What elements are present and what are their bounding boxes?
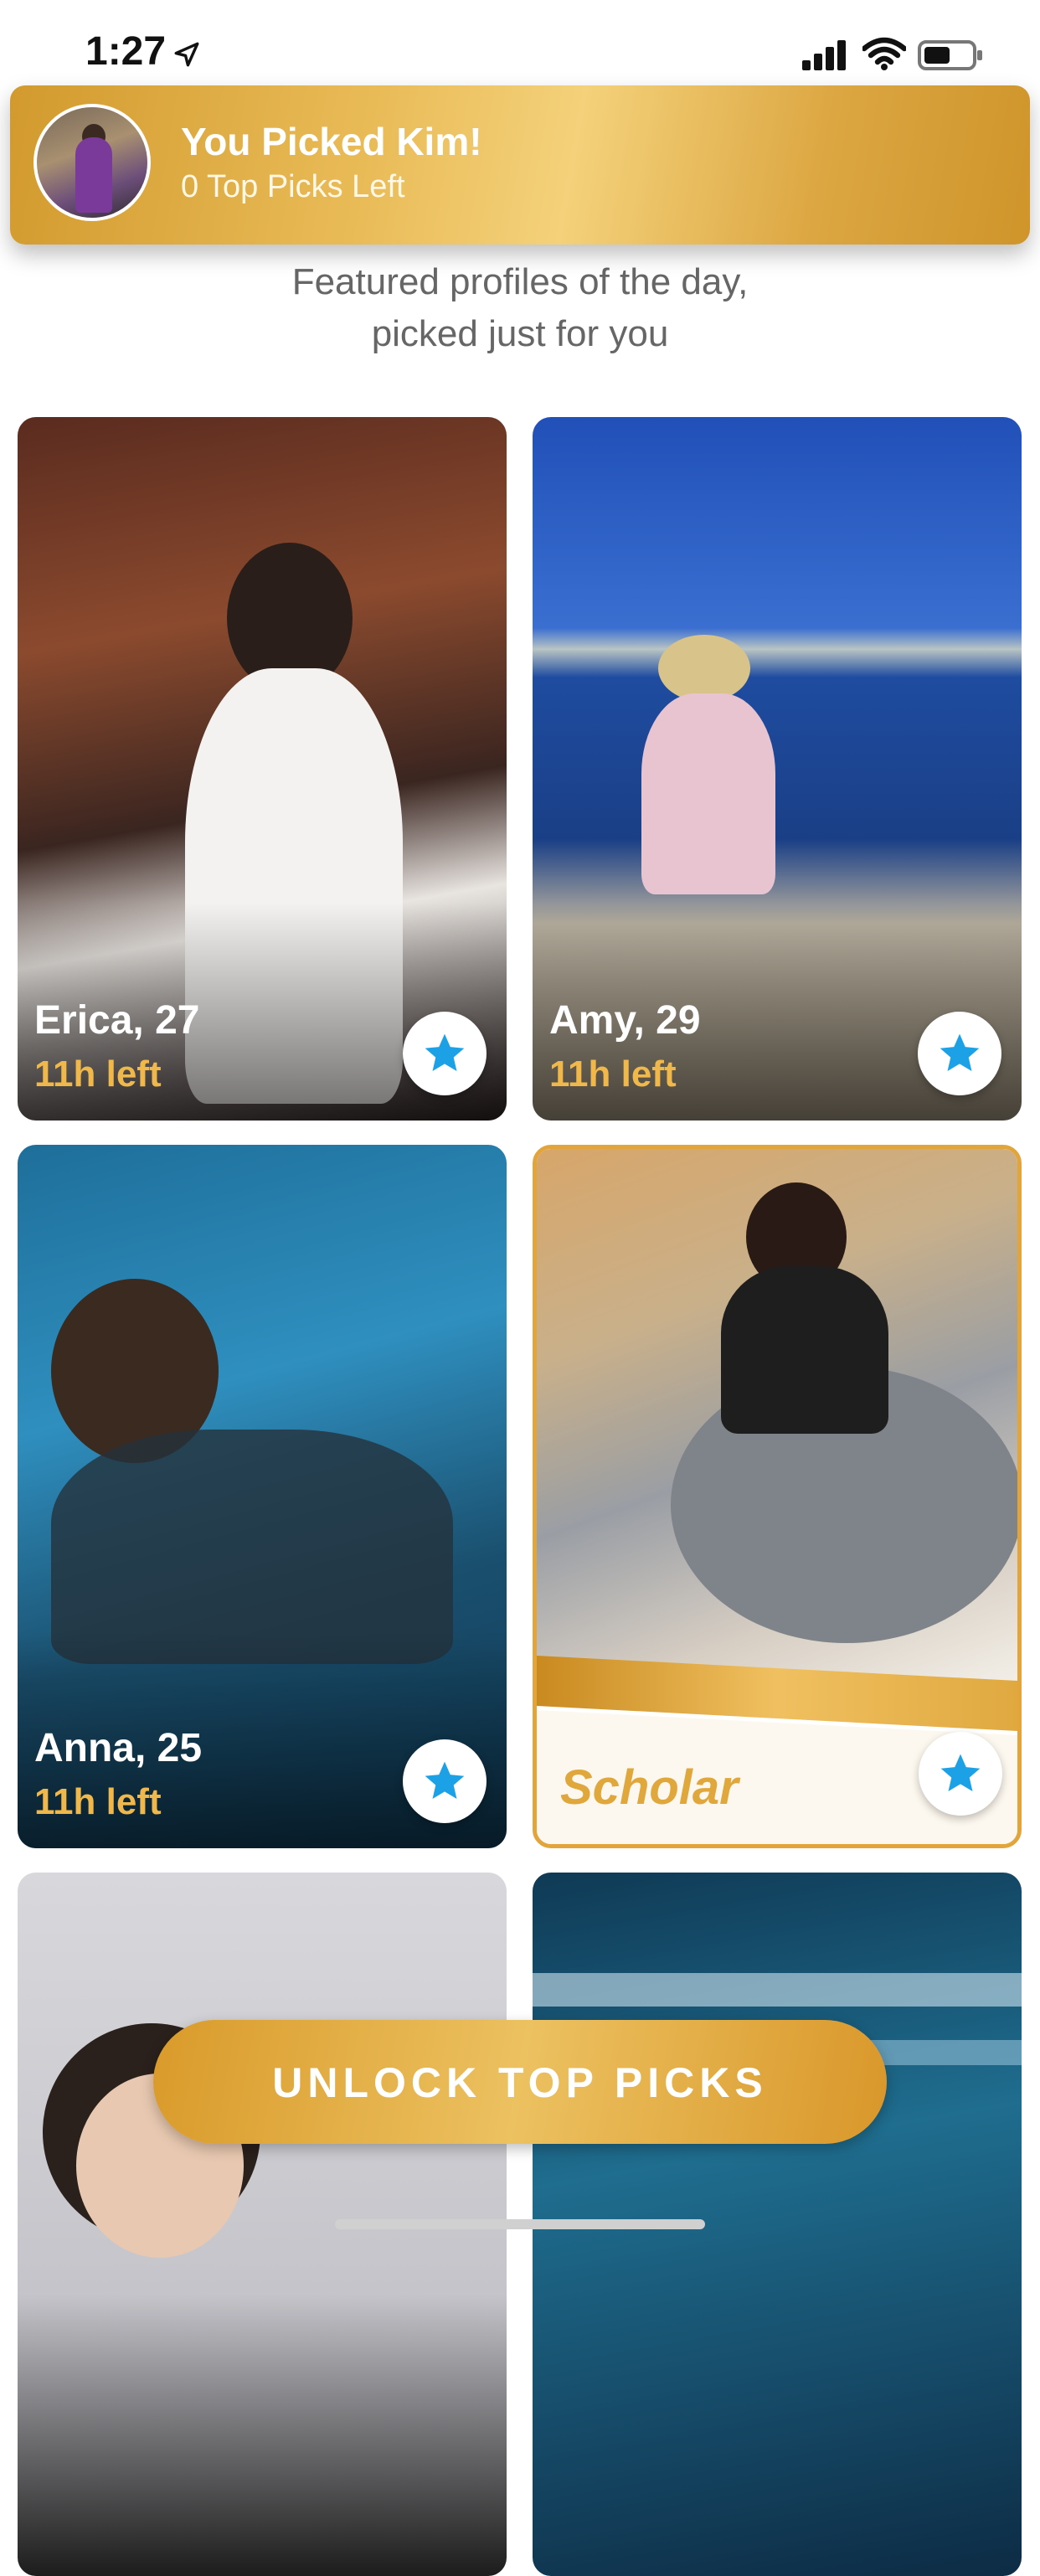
profile-card-amy[interactable]: Amy, 29 11h left [533,417,1022,1121]
card-time-left: 11h left [34,1781,162,1822]
star-icon [425,1761,465,1799]
card-name: Amy, 29 [549,998,701,1043]
pick-category-label: Scholar [560,1760,739,1815]
wifi-icon [862,37,906,70]
super-like-button[interactable] [918,1012,1001,1095]
intro-line-1: Featured profiles of the day, [291,261,749,302]
profile-photo-body [641,693,775,894]
profile-photo-body [51,1430,453,1664]
super-like-button[interactable] [919,1732,1002,1816]
intro-line-2: picked just for you [371,313,669,354]
profile-card-erica[interactable]: Erica, 27 11h left [18,417,507,1121]
status-time: 1:27 [85,29,167,74]
profile-card-scholar[interactable]: Scholar [533,1145,1022,1848]
star-icon [425,1033,465,1071]
battery-icon [918,40,982,70]
card-name: Anna, 25 [34,1726,203,1770]
card-name: Erica, 27 [34,998,200,1043]
signal-icon [802,40,846,70]
card-time-left: 11h left [34,1054,162,1095]
super-like-button[interactable] [403,1739,487,1823]
unlock-top-picks-button[interactable]: UNLOCK TOP PICKS [153,2020,887,2144]
top-pick-confirmation-banner[interactable]: You Picked Kim! 0 Top Picks Left [10,85,1030,245]
star-icon [940,1033,980,1071]
home-indicator[interactable] [335,2219,705,2229]
profile-photo [537,1149,1017,1685]
banner-title: You Picked Kim! [181,120,482,163]
avatar [33,104,151,221]
banner-subtitle: 0 Top Picks Left [181,169,405,204]
profile-photo [533,1973,1022,2007]
super-like-button[interactable] [403,1012,487,1095]
star-icon [940,1754,981,1791]
profile-photo [658,635,750,702]
location-arrow-icon [174,42,199,67]
card-time-left: 11h left [549,1054,677,1095]
profile-card-anna[interactable]: Anna, 25 11h left [18,1145,507,1848]
